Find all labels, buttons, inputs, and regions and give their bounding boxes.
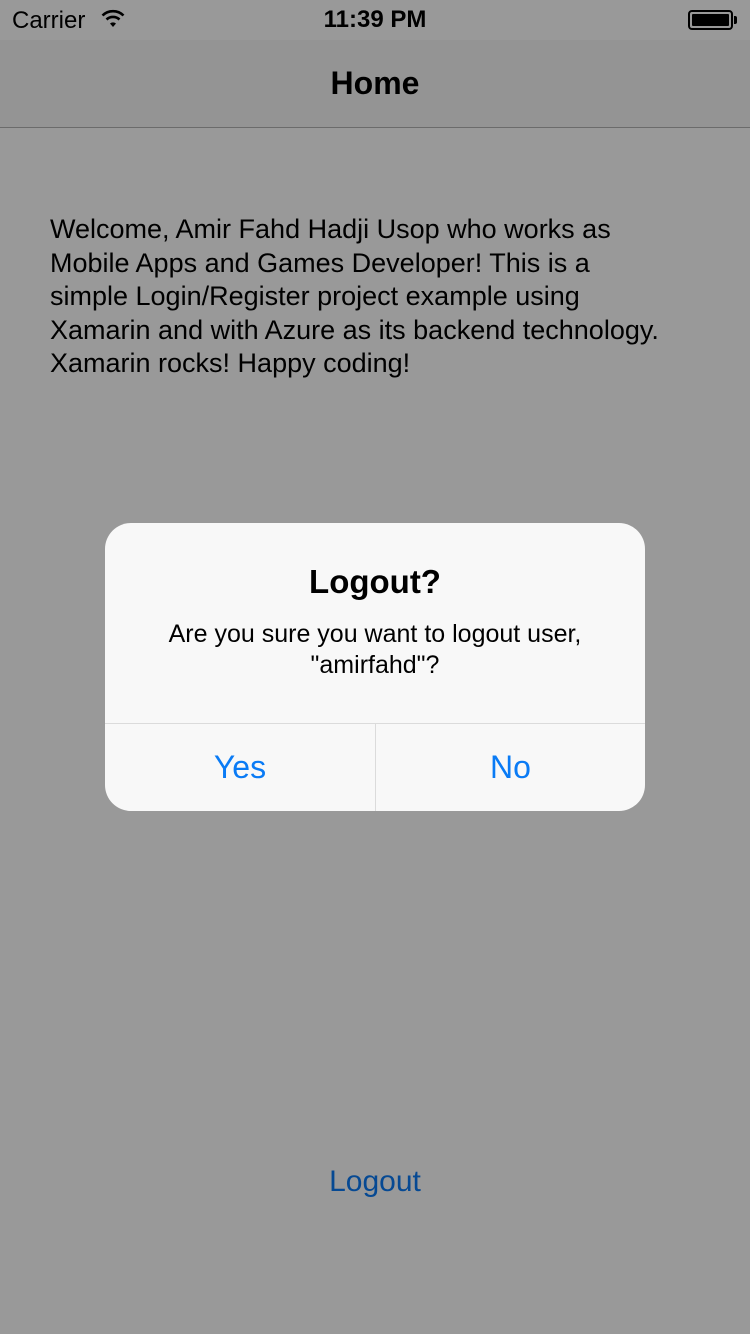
yes-button[interactable]: Yes	[105, 724, 375, 811]
alert-message: Are you sure you want to logout user, "a…	[168, 620, 582, 679]
no-button[interactable]: No	[376, 724, 645, 811]
alert-title: Logout?	[309, 563, 441, 600]
logout-alert-dialog: Logout? Are you sure you want to logout …	[105, 523, 645, 811]
